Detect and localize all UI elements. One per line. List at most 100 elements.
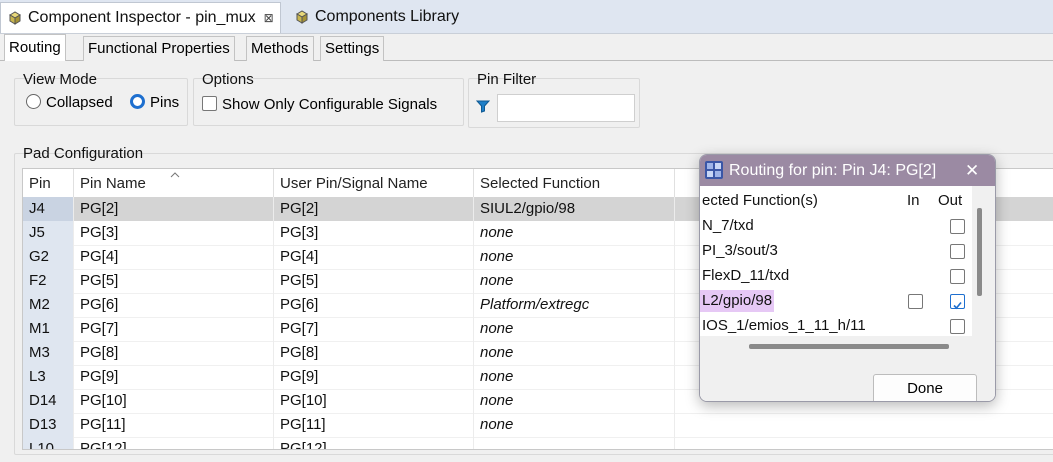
function-label: N_7/txd [702, 217, 754, 234]
function-column-header: ected Function(s) [702, 192, 818, 209]
tab-settings[interactable]: Settings [320, 36, 385, 61]
function-label: PI_3/sout/3 [702, 242, 778, 259]
routing-popup: Routing for pin: Pin J4: PG[2] ✕ ected F… [699, 154, 996, 402]
column-header-user-pin[interactable]: User Pin/Signal Name [274, 169, 474, 197]
cell-pin-name: PG[6] [74, 293, 274, 317]
function-row[interactable]: L2/gpio/98 [700, 288, 972, 313]
out-checkbox[interactable] [950, 219, 965, 234]
function-list: ected Function(s) In Out N_7/txd PI_3/sou… [700, 186, 972, 336]
cell-user-pin[interactable]: PG[4] [274, 245, 474, 269]
close-tab-icon[interactable]: ⊠ [264, 11, 274, 25]
cell-user-pin[interactable]: PG[5] [274, 269, 474, 293]
cell-selected-function: none [474, 389, 675, 413]
cell-pin: L3 [23, 365, 74, 389]
checkbox[interactable] [202, 96, 217, 111]
function-row[interactable]: N_7/txd [700, 213, 972, 238]
radio-button[interactable] [26, 94, 41, 109]
out-column-header: Out [938, 192, 963, 209]
sort-ascending-icon [170, 172, 180, 178]
show-only-configurable-checkbox[interactable]: Show Only Configurable Signals [202, 96, 437, 113]
cell-user-pin[interactable]: PG[6] [274, 293, 474, 317]
cell-user-pin[interactable]: PG[9] [274, 365, 474, 389]
function-label: IOS_1/emios_1_11_h/11 [702, 317, 866, 334]
table-row[interactable]: L10 PG[12] PG[12] [23, 437, 1053, 449]
cell-user-pin[interactable]: PG[3] [274, 221, 474, 245]
cell-pin: M3 [23, 341, 74, 365]
function-row[interactable]: FlexD_11/txd [700, 263, 972, 288]
radio-collapsed[interactable]: Collapsed [26, 94, 113, 111]
tab-functional-properties[interactable]: Functional Properties [83, 36, 235, 61]
checkmark-icon [953, 301, 962, 310]
cell-selected-function: none [474, 269, 675, 293]
cell-pin-name: PG[10] [74, 389, 274, 413]
vertical-scrollbar[interactable] [977, 208, 982, 296]
popup-title: Routing for pin: Pin J4: PG[2] [729, 162, 937, 179]
cell-pin-name: PG[4] [74, 245, 274, 269]
component-icon [296, 10, 308, 24]
cell-pin: L10 [23, 437, 74, 449]
cell-user-pin[interactable]: PG[7] [274, 317, 474, 341]
tab-components-library[interactable]: Components Library [288, 2, 465, 32]
cell-pin: D14 [23, 389, 74, 413]
cell-selected-function: SIUL2/gpio/98 [474, 197, 675, 221]
tab-methods[interactable]: Methods [246, 36, 314, 61]
column-header-selected-function[interactable]: Selected Function [474, 169, 675, 197]
cell-selected-function: none [474, 413, 675, 437]
popup-titlebar: Routing for pin: Pin J4: PG[2] ✕ [700, 155, 995, 186]
cell-selected-function: Platform/extregc [474, 293, 675, 317]
cell-user-pin[interactable]: PG[2] [274, 197, 474, 221]
cell-pin-name: PG[7] [74, 317, 274, 341]
options-title: Options [202, 71, 254, 88]
cell-pin: G2 [23, 245, 74, 269]
cell-selected-function: none [474, 317, 675, 341]
tab-label: Components Library [315, 8, 460, 25]
cell-pin-name: PG[9] [74, 365, 274, 389]
out-checkbox[interactable] [950, 244, 965, 259]
in-checkbox[interactable] [908, 294, 923, 309]
function-label: L2/gpio/98 [700, 290, 775, 312]
function-row[interactable]: IOS_1/emios_1_11_h/11 [700, 313, 972, 336]
out-checkbox-checked[interactable] [950, 294, 965, 310]
in-column-header: In [907, 192, 920, 209]
function-row[interactable]: PI_3/sout/3 [700, 238, 972, 263]
column-header-pin[interactable]: Pin [23, 169, 74, 197]
cell-user-pin[interactable]: PG[8] [274, 341, 474, 365]
horizontal-scrollbar[interactable] [749, 344, 949, 349]
cell-user-pin[interactable]: PG[10] [274, 389, 474, 413]
cell-pin: J5 [23, 221, 74, 245]
tab-routing[interactable]: Routing [4, 34, 66, 62]
table-row[interactable]: D13 PG[11] PG[11] none [23, 413, 1053, 438]
cell-selected-function: none [474, 341, 675, 365]
app-logo-icon [705, 161, 723, 179]
cell-pin-name: PG[3] [74, 221, 274, 245]
column-label: Pin Name [80, 175, 146, 192]
close-icon[interactable]: ✕ [965, 155, 979, 186]
pin-filter-title: Pin Filter [477, 71, 537, 88]
cell-pin-name: PG[11] [74, 413, 274, 437]
cell-selected-function: none [474, 365, 675, 389]
radio-pins[interactable]: Pins [130, 94, 179, 111]
column-header-pin-name[interactable]: Pin Name [74, 169, 274, 197]
done-button[interactable]: Done [873, 374, 977, 401]
pin-filter-input[interactable] [497, 94, 635, 122]
cell-selected-function [474, 437, 675, 449]
out-checkbox[interactable] [950, 319, 965, 334]
tab-component-inspector[interactable]: Component Inspector - pin_mux ⊠ [0, 2, 281, 33]
cell-selected-function: none [474, 245, 675, 269]
sub-tab-bar: Routing Functional Properties Methods Se… [0, 34, 1053, 62]
out-checkbox[interactable] [950, 269, 965, 284]
cell-user-pin[interactable]: PG[11] [274, 413, 474, 437]
checkbox-label: Show Only Configurable Signals [222, 96, 438, 113]
popup-body: ected Function(s) In Out N_7/txd PI_3/sou… [700, 186, 995, 401]
cell-pin-name: PG[5] [74, 269, 274, 293]
cell-user-pin[interactable]: PG[12] [274, 437, 474, 449]
cell-pin-name: PG[12] [74, 437, 274, 449]
cell-pin-name: PG[8] [74, 341, 274, 365]
tab-label: Component Inspector - pin_mux [28, 9, 256, 26]
cell-pin-name: PG[2] [74, 197, 274, 221]
radio-button-selected[interactable] [130, 94, 145, 109]
pad-configuration-title: Pad Configuration [23, 145, 144, 162]
filter-icon [476, 100, 490, 113]
cell-pin: D13 [23, 413, 74, 437]
component-icon [9, 11, 21, 25]
